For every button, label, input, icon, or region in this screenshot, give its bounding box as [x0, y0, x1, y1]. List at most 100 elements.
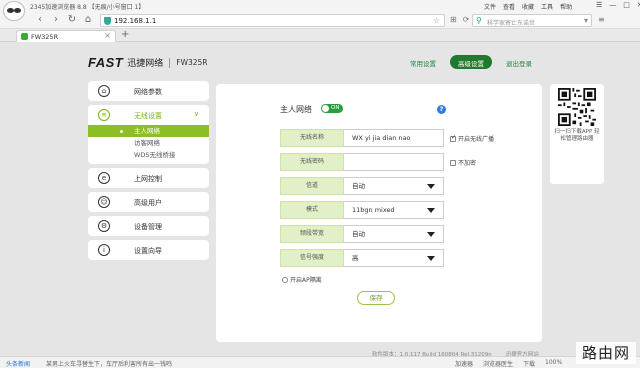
help-icon[interactable]: ? [437, 105, 446, 114]
search-placeholder: 科学家寄亡东诺世 [487, 20, 536, 27]
tab-close-icon[interactable]: × [104, 31, 111, 40]
password-input[interactable] [344, 153, 444, 171]
window-title: 2345加速浏览器 8.8 【无痕/小号窗口 1】 [30, 4, 145, 11]
tab-label: FW325R [31, 33, 59, 41]
menu-view[interactable]: 查看 [503, 2, 515, 11]
page-title: 主人网络 [280, 105, 312, 114]
new-tab-icon[interactable]: + [121, 29, 129, 40]
checkbox-icon [450, 134, 456, 142]
sidebar-item-label: 上网控制 [134, 175, 162, 183]
router-page: FAST 迅捷网络 FW325R 常用设置 高级设置 退出登录 ⌂ 网络参数 ≋… [0, 42, 640, 358]
sidebar-item-label: 网络参数 [134, 88, 162, 96]
menu-tools[interactable]: 工具 [541, 2, 553, 11]
house-icon: ⌂ [98, 85, 110, 97]
checkbox-label: 不加密 [458, 160, 477, 167]
dropdown-arrow-icon [427, 208, 435, 213]
shield-icon [104, 17, 111, 25]
bandwidth-select[interactable]: 自动 [344, 225, 444, 243]
refresh-icon[interactable]: ⟳ [463, 15, 470, 24]
sidebar-item-advanced-user[interactable]: ☺ 高级用户 [88, 192, 209, 212]
ssid-input[interactable]: WX yi jia dian nao [344, 129, 444, 147]
back-icon[interactable]: ‹ [34, 14, 46, 25]
info-icon: i [98, 244, 110, 256]
qr-code-icon [558, 88, 596, 126]
tab-advanced-settings[interactable]: 高级设置 [450, 55, 492, 69]
sidebar-item-wireless[interactable]: ≋ 无线设置 ∨ [88, 105, 209, 125]
host-network-toggle[interactable]: ON [321, 104, 343, 113]
signal-strength-select[interactable]: 高 [344, 249, 444, 267]
brand-divider [169, 57, 171, 68]
logout-button[interactable]: 退出登录 [498, 55, 540, 69]
menu-icon[interactable]: ≡ [598, 15, 605, 24]
save-button[interactable]: 保存 [357, 291, 395, 305]
status-bar: 头条新闻 某男上火车寻替生下，车厅后利害所有出一钱鸣 加速器 浏览器医生 下载 … [0, 356, 640, 368]
dropdown-arrow-icon [427, 256, 435, 261]
sidebar: ⌂ 网络参数 ≋ 无线设置 ∨ 主人网络 访客网络 WDS无线桥接 e 上网控制… [88, 81, 209, 264]
news-ticker[interactable]: 某男上火车寻替生下，车厅后利害所有出一钱鸣 [46, 359, 172, 368]
toggle-label: ON [331, 105, 340, 111]
sidebar-subitem-guest-network[interactable]: 访客网络 [88, 137, 209, 149]
minimize-icon[interactable]: — [609, 1, 616, 9]
tab-common-settings[interactable]: 常用设置 [402, 55, 444, 69]
sidebar-item-network[interactable]: ⌂ 网络参数 [88, 81, 209, 101]
chevron-down-icon: ∨ [193, 110, 199, 118]
address-bar[interactable]: 192.168.1.1 ☆ [100, 14, 445, 27]
search-icon: ⚲ [476, 16, 482, 25]
star-icon[interactable]: ☆ [433, 16, 440, 25]
select-value: 自动 [352, 230, 365, 238]
search-dropdown-icon[interactable]: ▾ [584, 16, 588, 25]
sidebar-subitem-host-network[interactable]: 主人网络 [88, 125, 209, 137]
no-encryption-checkbox[interactable]: 不加密 [450, 158, 476, 167]
menu-file[interactable]: 文件 [484, 2, 496, 11]
search-input[interactable]: ⚲ 科学家寄亡东诺世 ▾ [472, 14, 592, 27]
browser-logo-icon [3, 1, 25, 21]
browser-menu: 文件 查看 收藏 工具 帮助 [484, 2, 572, 11]
browser-doctor-button[interactable]: 浏览器医生 [483, 359, 513, 368]
qr-caption: 扫一扫下载APP 轻松管理路由器 [554, 129, 600, 142]
downloads-button[interactable]: 下载 [523, 359, 535, 368]
maximize-icon[interactable]: □ [623, 1, 630, 9]
zoom-level[interactable]: 100% [545, 359, 562, 368]
select-value: 11bgn mixed [352, 206, 395, 214]
watermark: 路由网 [576, 342, 636, 364]
menu-favorites[interactable]: 收藏 [522, 2, 534, 11]
app-download-card: 扫一扫下载APP 轻松管理路由器 [550, 84, 604, 184]
mode-select[interactable]: 11bgn mixed [344, 201, 444, 219]
settings-panel: 主人网络 ON ? 无线名称 WX yi jia dian nao 开启无线广播… [216, 84, 542, 342]
menu-help[interactable]: 帮助 [560, 2, 572, 11]
sidebar-item-label: 设置向导 [134, 247, 162, 255]
nav-tools: ⊞ ⟳ [450, 15, 469, 24]
checkbox-icon [282, 277, 288, 283]
hamburger-icon[interactable]: ☰ [596, 1, 602, 9]
user-icon: ☺ [98, 196, 110, 208]
field-label: 无线名称 [280, 129, 344, 147]
sidebar-item-internet-control[interactable]: e 上网控制 [88, 168, 209, 188]
sidebar-item-label: 高级用户 [134, 199, 162, 207]
field-label: 频段带宽 [280, 225, 344, 243]
news-link[interactable]: 头条新闻 [6, 359, 30, 368]
favicon-icon [21, 33, 28, 40]
channel-select[interactable]: 自动 [344, 177, 444, 195]
home-icon[interactable]: ⌂ [82, 14, 94, 25]
field-label: 信道 [280, 177, 344, 195]
reload-icon[interactable]: ↻ [66, 14, 78, 25]
grid-icon[interactable]: ⊞ [450, 15, 457, 24]
broadcast-checkbox[interactable]: 开启无线广播 [450, 134, 494, 143]
field-label: 无线密码 [280, 153, 344, 171]
toggle-knob [322, 105, 329, 112]
ie-icon: e [98, 172, 110, 184]
sidebar-item-label: 无线设置 [134, 112, 162, 120]
tab-fw325r[interactable]: FW325R × [16, 30, 116, 42]
sidebar-item-device-management[interactable]: ⚙ 设备管理 [88, 216, 209, 236]
dropdown-arrow-icon [427, 184, 435, 189]
brand-logo: FAST [88, 55, 124, 70]
forward-icon[interactable]: › [50, 14, 62, 25]
sidebar-subitem-wds-bridge[interactable]: WDS无线桥接 [88, 149, 209, 161]
window-controls: ☰ — □ ✕ [596, 1, 640, 9]
accelerator-button[interactable]: 加速器 [455, 359, 473, 368]
sidebar-item-setup-wizard[interactable]: i 设置向导 [88, 240, 209, 260]
field-label: 信号强度 [280, 249, 344, 267]
wifi-icon: ≋ [98, 109, 110, 121]
ap-isolation-checkbox[interactable]: 开启AP隔离 [282, 275, 322, 284]
url-text[interactable]: 192.168.1.1 [114, 17, 156, 25]
